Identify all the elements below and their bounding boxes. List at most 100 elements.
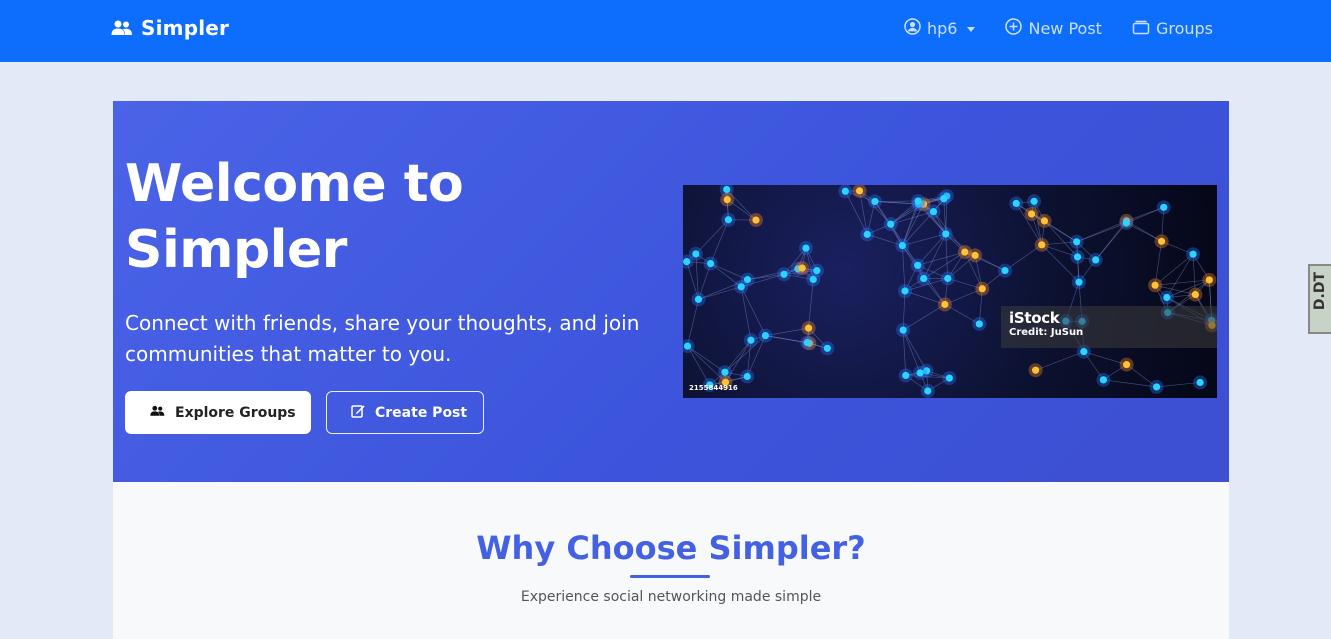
network-node xyxy=(945,374,953,382)
groups-label: Groups xyxy=(1155,19,1213,38)
new-post-link[interactable]: New Post xyxy=(1005,18,1102,39)
network-node xyxy=(1073,238,1081,246)
network-node xyxy=(901,287,909,295)
network-node xyxy=(1001,266,1009,275)
stock-watermark: iStock Credit: JuSun xyxy=(1001,306,1217,348)
network-node xyxy=(747,336,755,344)
network-link xyxy=(902,329,927,371)
network-node xyxy=(1157,237,1166,245)
network-link xyxy=(902,304,946,331)
groups-link[interactable]: Groups xyxy=(1132,19,1213,39)
network-link xyxy=(695,219,729,255)
network-node xyxy=(1151,281,1159,289)
network-node xyxy=(942,230,950,238)
network-node xyxy=(1080,348,1088,356)
features-title: Why Choose Simpler? xyxy=(476,529,866,567)
network-link xyxy=(923,233,947,279)
create-post-button[interactable]: Create Post xyxy=(326,391,484,434)
network-node xyxy=(1160,203,1168,211)
network-node xyxy=(941,300,949,309)
network-node xyxy=(1075,278,1083,286)
nav-links: hp6 New Post Groups xyxy=(904,18,1213,39)
network-link xyxy=(710,219,729,264)
explore-groups-button[interactable]: Explore Groups xyxy=(125,391,311,434)
network-node xyxy=(813,267,821,275)
network-node xyxy=(855,187,864,195)
network-node xyxy=(914,197,922,205)
plus-circle-icon xyxy=(1005,18,1023,39)
network-node xyxy=(841,187,849,195)
hero-actions: Explore Groups Create Post xyxy=(125,391,484,434)
network-node xyxy=(1073,253,1082,261)
network-node xyxy=(752,216,760,224)
network-node xyxy=(1152,383,1161,391)
brand-link[interactable]: Simpler xyxy=(111,16,229,40)
user-menu-dropdown[interactable]: hp6 xyxy=(904,18,976,39)
network-node xyxy=(1012,199,1020,207)
network-node xyxy=(721,368,729,376)
network-link xyxy=(1155,279,1210,286)
hero-subtitle: Connect with friends, share your thought… xyxy=(125,311,640,366)
network-node xyxy=(1196,378,1204,387)
top-navbar: Simpler hp6 New Post Groups xyxy=(0,0,1331,62)
network-link xyxy=(740,286,752,341)
network-node xyxy=(899,326,907,334)
network-node xyxy=(683,258,691,266)
network-link xyxy=(687,299,699,347)
network-node xyxy=(863,230,871,238)
chevron-down-icon xyxy=(967,27,976,32)
network-node xyxy=(887,220,895,228)
collection-icon xyxy=(1132,19,1150,39)
network-node xyxy=(743,372,751,381)
network-node xyxy=(1028,210,1036,218)
network-node xyxy=(978,285,986,293)
network-node xyxy=(1092,256,1100,264)
create-post-label: Create Post xyxy=(375,404,468,421)
network-node xyxy=(971,251,979,259)
users-icon xyxy=(150,405,165,421)
hero-network-image: iStock Credit: JuSun 2155844916 xyxy=(683,185,1217,398)
network-node xyxy=(898,241,906,250)
network-link xyxy=(740,286,766,336)
hero-title: Welcome to Simpler xyxy=(125,154,464,280)
network-node xyxy=(803,339,811,347)
network-node xyxy=(798,264,806,272)
network-node xyxy=(1122,219,1130,227)
network-illustration xyxy=(683,185,1217,398)
network-node xyxy=(802,244,810,252)
network-node xyxy=(940,195,948,203)
brand-name: Simpler xyxy=(141,16,230,40)
network-node xyxy=(961,248,969,256)
stock-brand: iStock xyxy=(1009,309,1060,327)
edit-icon xyxy=(351,404,365,422)
network-node xyxy=(1189,250,1197,258)
hero-section: Welcome to Simpler Connect with friends,… xyxy=(113,101,1229,482)
network-node xyxy=(1040,217,1049,225)
network-node xyxy=(1030,197,1038,205)
network-node xyxy=(1191,290,1199,299)
network-node xyxy=(902,371,910,380)
edge-side-tab[interactable]: D.DT xyxy=(1308,264,1331,334)
network-node xyxy=(929,208,938,216)
network-node xyxy=(707,260,715,268)
network-node xyxy=(975,320,983,328)
network-node xyxy=(723,195,731,204)
network-node xyxy=(804,324,813,332)
network-node xyxy=(924,387,932,395)
users-icon xyxy=(111,20,133,36)
network-node xyxy=(1123,361,1131,369)
network-link xyxy=(1041,244,1080,283)
network-node xyxy=(692,250,700,258)
network-node xyxy=(780,270,788,278)
network-node xyxy=(724,216,733,224)
new-post-label: New Post xyxy=(1028,19,1102,38)
username-label: hp6 xyxy=(927,19,958,38)
stock-credit: Credit: JuSun xyxy=(1009,327,1084,338)
network-node xyxy=(871,197,879,206)
network-node xyxy=(920,274,928,283)
network-node xyxy=(1099,376,1108,384)
network-node xyxy=(916,369,924,377)
network-node xyxy=(737,283,745,291)
title-underline xyxy=(630,575,710,578)
network-node xyxy=(944,274,952,283)
